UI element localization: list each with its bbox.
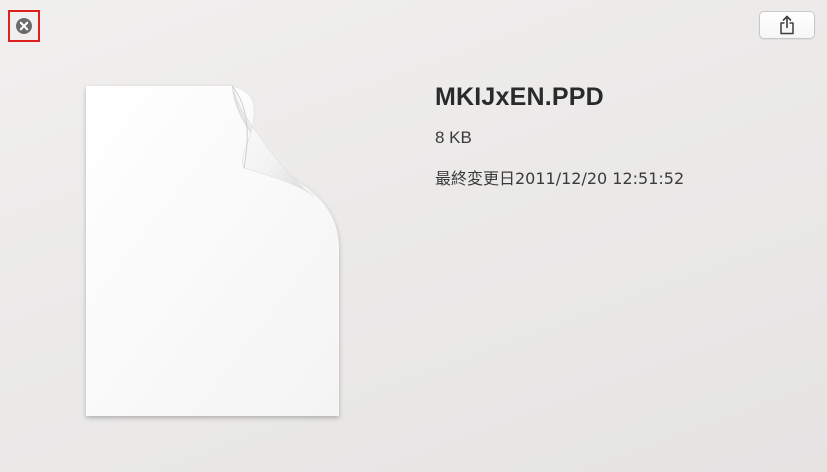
close-circle-icon xyxy=(15,17,33,35)
share-icon xyxy=(779,15,795,35)
file-info: MKIJxEN.PPD 8 KB 最終変更日2011/12/20 12:51:5… xyxy=(435,82,684,190)
share-button[interactable] xyxy=(759,11,815,39)
close-button[interactable] xyxy=(8,10,40,42)
file-name: MKIJxEN.PPD xyxy=(435,83,604,111)
generic-document-icon xyxy=(84,84,342,420)
modified-date: 最終変更日2011/12/20 12:51:52 xyxy=(435,169,685,188)
quick-look-window: MKIJxEN.PPD 8 KB 最終変更日2011/12/20 12:51:5… xyxy=(0,0,827,472)
file-size: 8 KB xyxy=(435,128,472,147)
